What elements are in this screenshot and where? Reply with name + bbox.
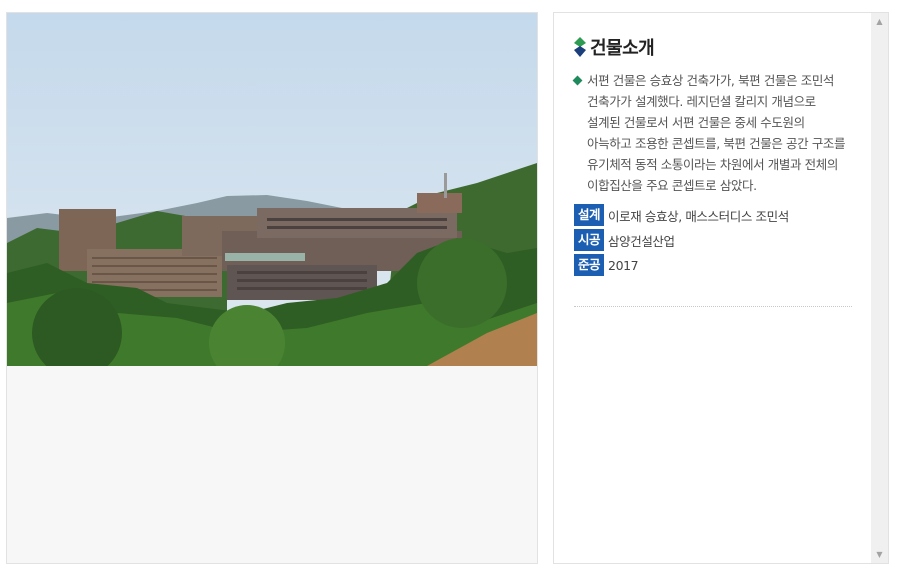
- info-value: 2017: [608, 257, 639, 273]
- building-photo: [7, 13, 537, 366]
- dotted-divider: [574, 306, 852, 307]
- scroll-down-arrow-icon[interactable]: ▼: [871, 546, 888, 563]
- intro-title-row: 건물소개: [574, 35, 852, 59]
- info-label: 준공: [574, 254, 605, 276]
- info-label: 설계: [574, 204, 605, 226]
- info-row-construction: 시공 삼양건설산업: [574, 229, 852, 251]
- info-label: 시공: [574, 229, 605, 251]
- intro-title: 건물소개: [590, 38, 655, 59]
- vertical-scrollbar[interactable]: ▲ ▼: [871, 13, 888, 563]
- photo-panel: [6, 12, 538, 564]
- info-value: 삼양건설산업: [608, 233, 675, 249]
- intro-panel: 건물소개 서편 건물은 승효상 건축가가, 북편 건물은 조민석 건축가가 설계…: [553, 12, 889, 564]
- intro-content: 건물소개 서편 건물은 승효상 건축가가, 북편 건물은 조민석 건축가가 설계…: [572, 35, 852, 307]
- info-row-completion: 준공 2017: [574, 254, 852, 276]
- green-bullet-icon: [572, 75, 583, 86]
- info-row-design: 설계 이로재 승효상, 매스스터디스 조민석: [574, 204, 852, 226]
- building-photo-illustration: [7, 13, 537, 366]
- intro-description-text: 서편 건물은 승효상 건축가가, 북편 건물은 조민석 건축가가 설계했다. 레…: [587, 73, 846, 193]
- scroll-up-arrow-icon[interactable]: ▲: [871, 13, 888, 30]
- intro-description: 서편 건물은 승효상 건축가가, 북편 건물은 조민석 건축가가 설계했다. 레…: [572, 70, 852, 196]
- info-value: 이로재 승효상, 매스스터디스 조민석: [608, 208, 789, 224]
- diamond-bullet-icon: [574, 37, 586, 57]
- info-list: 설계 이로재 승효상, 매스스터디스 조민석 시공 삼양건설산업 준공 2017: [574, 204, 852, 276]
